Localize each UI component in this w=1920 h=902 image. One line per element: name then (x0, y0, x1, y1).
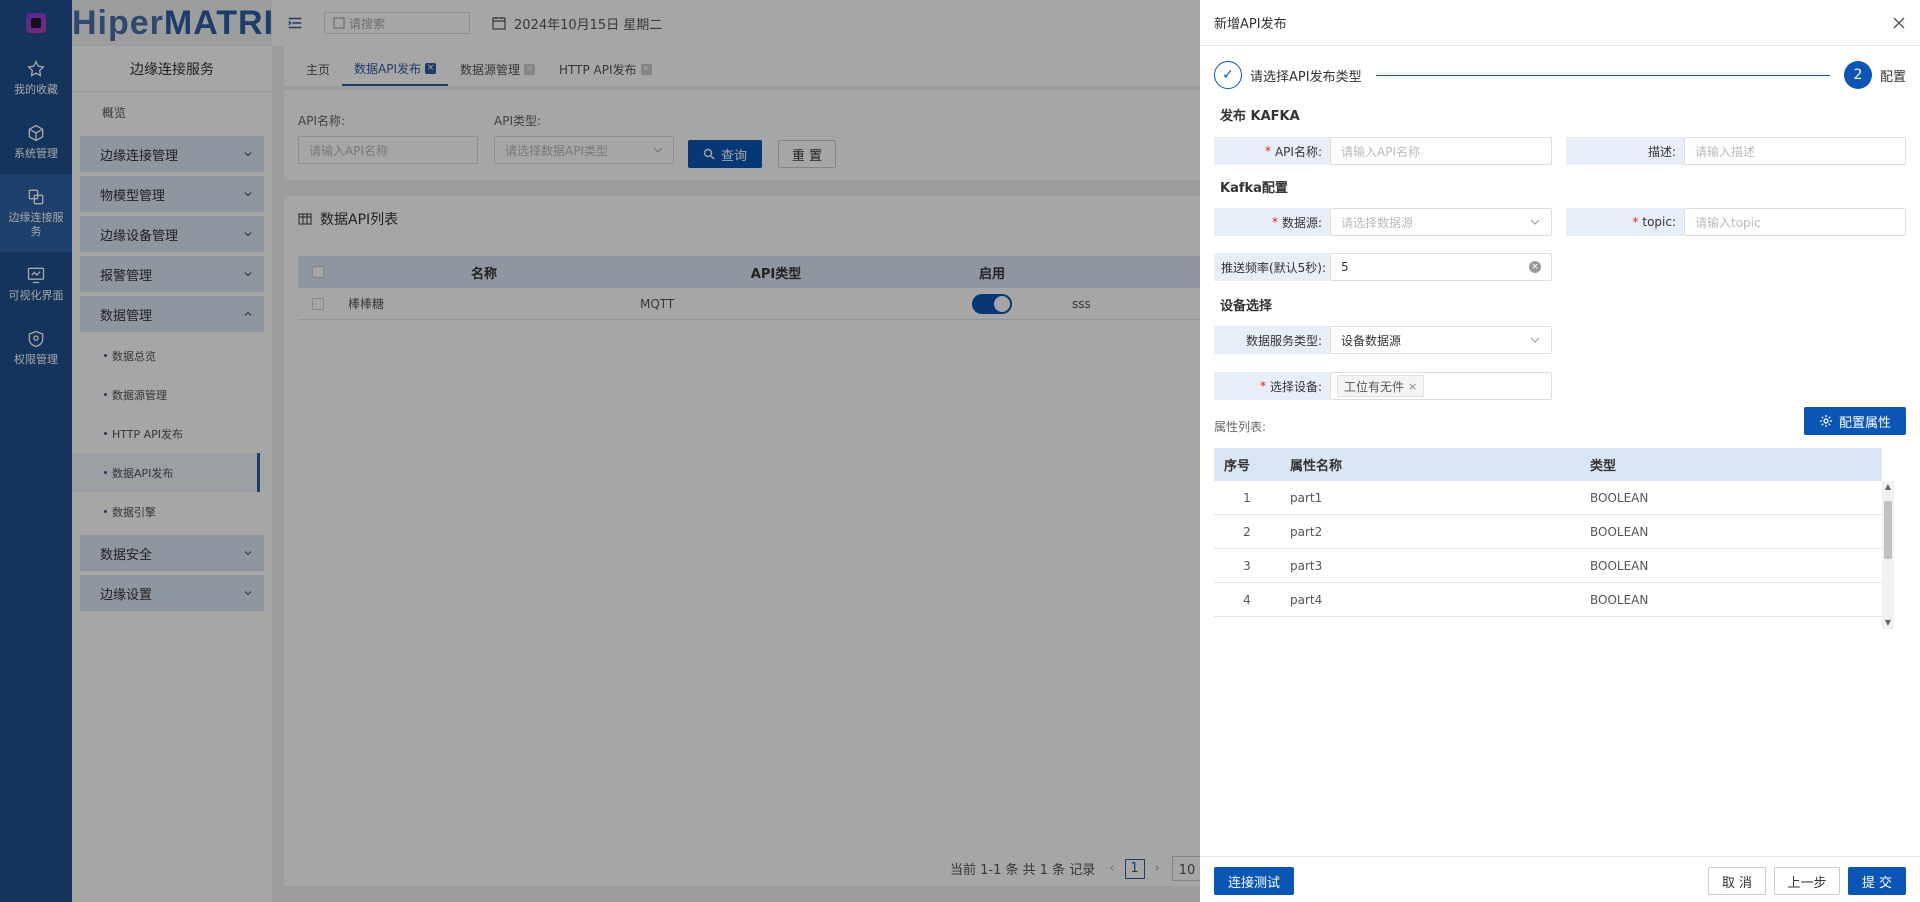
desc-input[interactable]: 请输入描述 (1684, 137, 1906, 165)
drawer-title: 新增API发布 (1214, 17, 1287, 32)
topic-input[interactable]: 请输入topic (1684, 208, 1906, 236)
chevron-down-icon (1530, 337, 1540, 343)
placeholder: 请输入API名称 (1341, 144, 1420, 159)
cancel-button[interactable]: 取 消 (1708, 867, 1766, 895)
tag-close-icon[interactable]: × (1408, 380, 1417, 393)
topic-label: * topic: (1566, 208, 1684, 236)
label-text: 选择设备: (1269, 379, 1322, 394)
table-header: 序号 属性名称 类型 (1214, 448, 1882, 481)
cell-attr-type: BOOLEAN (1590, 490, 1649, 505)
push-frequency-input[interactable]: 5 × (1330, 253, 1552, 281)
label-text: 推送频率(默认5秒): (1220, 260, 1326, 275)
placeholder: 请输入topic (1695, 215, 1761, 230)
cell-index: 2 (1243, 524, 1251, 539)
cell-attr-name: part1 (1290, 490, 1323, 505)
datasource-select[interactable]: 请选择数据源 (1330, 208, 1552, 236)
service-type-select[interactable]: 设备数据源 (1330, 326, 1552, 354)
input-value: 5 (1341, 260, 1349, 274)
placeholder: 请选择数据源 (1341, 215, 1414, 230)
cell-index: 1 (1243, 490, 1251, 505)
cell-attr-name: part4 (1290, 592, 1323, 607)
attr-list-label: 属性列表: (1214, 420, 1267, 434)
step-indicator: ✓ 请选择API发布类型 2 配置 (1214, 60, 1906, 90)
tag-label: 工位有无件 (1344, 379, 1405, 394)
table-row: 3 part3 BOOLEAN (1214, 549, 1882, 583)
cell-attr-type: BOOLEAN (1590, 558, 1649, 573)
select-value: 设备数据源 (1341, 333, 1402, 348)
label-text: topic: (1642, 215, 1676, 229)
label-text: 数据源: (1281, 215, 1322, 230)
gear-icon (1819, 415, 1832, 427)
column-header: 属性名称 (1290, 459, 1343, 474)
table-row: 4 part4 BOOLEAN (1214, 583, 1882, 617)
config-attr-button[interactable]: 配置属性 (1804, 407, 1906, 435)
attribute-table: 序号 属性名称 类型 1 part1 BOOLEAN 2 part2 BOOLE… (1214, 448, 1882, 617)
placeholder: 请输入描述 (1695, 144, 1756, 159)
cell-attr-name: part3 (1290, 558, 1323, 573)
datasource-label: * 数据源: (1214, 208, 1330, 236)
desc-label: 描述: (1566, 137, 1684, 165)
api-name-input[interactable]: 请输入API名称 (1330, 137, 1552, 165)
device-tag: 工位有无件 × (1337, 375, 1425, 397)
clear-icon[interactable]: × (1529, 261, 1541, 273)
step2-label: 配置 (1879, 69, 1906, 85)
cell-attr-name: part2 (1290, 524, 1323, 539)
device-label: * 选择设备: (1214, 372, 1330, 400)
submit-button[interactable]: 提 交 (1848, 867, 1906, 895)
drawer-header: 新增API发布 (1200, 0, 1920, 46)
step-done-check-icon: ✓ (1214, 61, 1242, 89)
cell-attr-type: BOOLEAN (1590, 592, 1649, 607)
table-row: 2 part2 BOOLEAN (1214, 515, 1882, 549)
label-text: API名称: (1274, 144, 1322, 159)
api-name-label: * API名称: (1214, 137, 1330, 165)
step-connector (1375, 74, 1830, 76)
button-label: 配置属性 (1838, 415, 1891, 431)
step2-number: 2 (1843, 61, 1872, 89)
cell-index: 3 (1243, 558, 1251, 573)
device-select[interactable]: 工位有无件 × (1330, 372, 1552, 400)
service-type-label: 数据服务类型: (1214, 326, 1330, 354)
step1-label: 请选择API发布类型 (1250, 69, 1362, 85)
section-publish-title: 发布 KAFKA (1220, 109, 1300, 124)
chevron-down-icon (1530, 219, 1540, 225)
connection-test-button[interactable]: 连接测试 (1214, 867, 1294, 895)
column-header: 序号 (1224, 459, 1251, 474)
cell-attr-type: BOOLEAN (1590, 524, 1649, 539)
attr-table-scrollbar[interactable]: ▲ ▼ (1882, 481, 1894, 629)
push-frequency-label: 推送频率(默认5秒): (1214, 253, 1330, 281)
prev-step-button[interactable]: 上一步 (1774, 867, 1840, 895)
new-api-drawer: 新增API发布 ✓ 请选择API发布类型 2 配置 发布 KAFKA * API名… (1200, 0, 1920, 902)
scroll-up-icon[interactable]: ▲ (1884, 483, 1892, 491)
scroll-thumb[interactable] (1884, 501, 1892, 559)
section-kafka-title: Kafka配置 (1220, 181, 1288, 196)
close-icon[interactable] (1892, 16, 1906, 30)
label-text: 描述: (1647, 144, 1676, 159)
label-text: 数据服务类型: (1245, 333, 1322, 348)
scroll-down-icon[interactable]: ▼ (1884, 619, 1892, 627)
column-header: 类型 (1590, 459, 1617, 474)
cell-index: 4 (1243, 592, 1251, 607)
table-row: 1 part1 BOOLEAN (1214, 481, 1882, 515)
section-device-title: 设备选择 (1220, 299, 1273, 314)
